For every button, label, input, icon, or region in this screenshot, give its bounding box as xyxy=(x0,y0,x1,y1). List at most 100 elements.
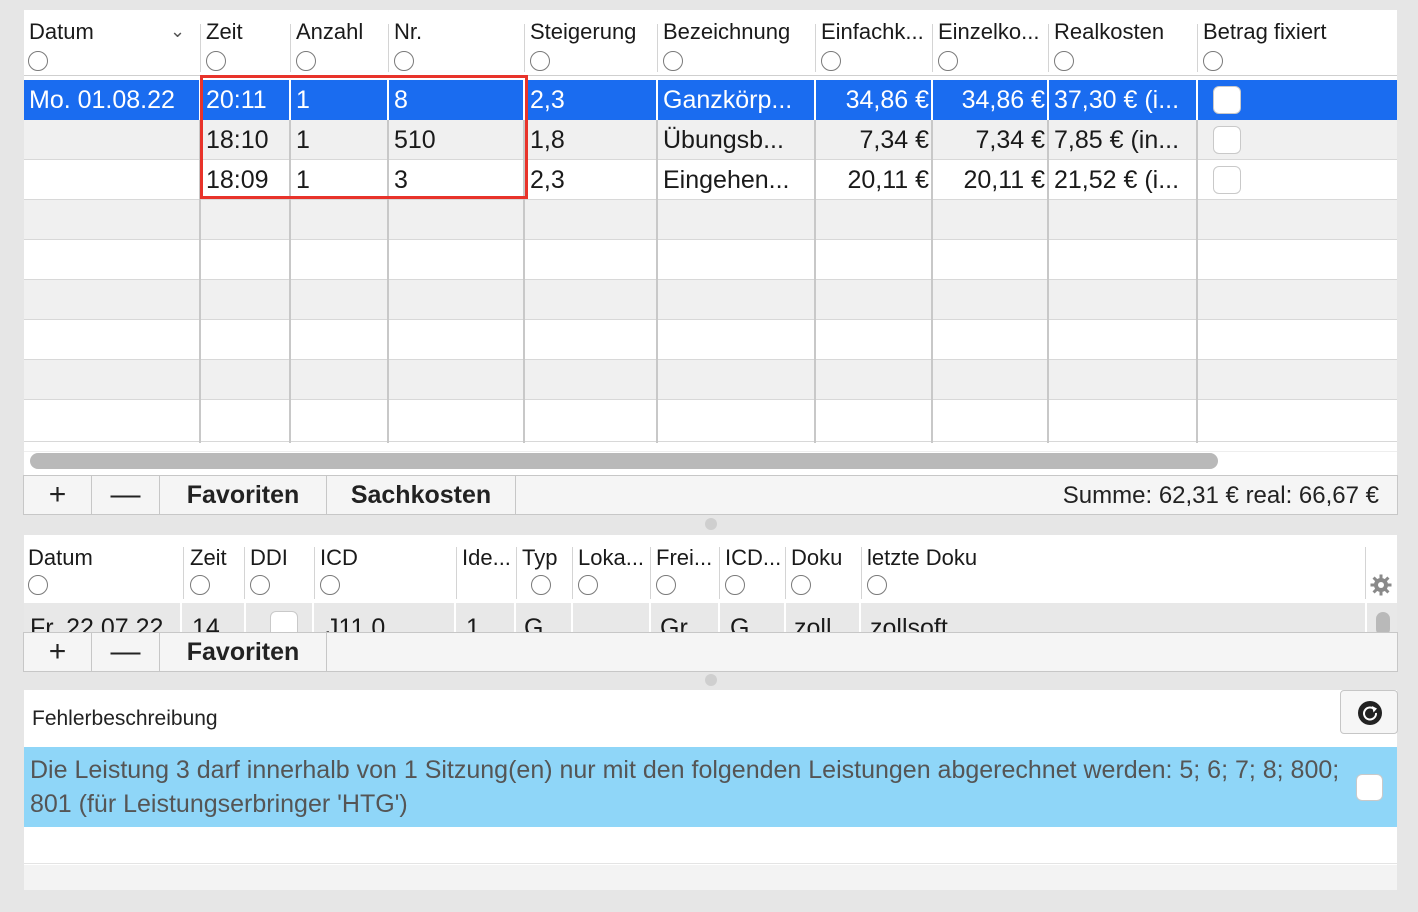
sachkosten-button[interactable]: Sachkosten xyxy=(327,476,516,514)
remove-button[interactable]: — xyxy=(92,476,160,514)
col-separator[interactable] xyxy=(516,547,517,599)
filter-radio-letzte-doku[interactable] xyxy=(867,575,887,595)
col-label: Einzelko... xyxy=(938,19,1040,44)
filter-radio-betrag-fixiert[interactable] xyxy=(1203,51,1223,71)
col-separator[interactable] xyxy=(524,24,525,72)
filter-radio-datum[interactable] xyxy=(28,51,48,71)
add-button[interactable]: + xyxy=(24,633,92,671)
betrag-fixiert-checkbox[interactable] xyxy=(1213,126,1241,154)
sort-chevron-down-icon[interactable]: ⌄ xyxy=(170,21,185,42)
cell-typ: G xyxy=(524,614,544,633)
col-separator[interactable] xyxy=(932,24,933,72)
filter-radio-icd-2[interactable] xyxy=(725,575,745,595)
cell-zeit: 14 xyxy=(192,614,220,633)
col-label: Betrag fixiert xyxy=(1203,19,1327,44)
col-header-identifier[interactable]: Ide... xyxy=(458,535,516,601)
col-separator[interactable] xyxy=(785,547,786,599)
col-label: Loka... xyxy=(578,545,645,570)
col-label: Ide... xyxy=(462,545,511,570)
col-separator[interactable] xyxy=(657,24,658,72)
col-separator[interactable] xyxy=(314,547,315,599)
grid-line xyxy=(454,603,456,633)
add-button[interactable]: + xyxy=(24,476,92,514)
grid-line xyxy=(312,603,314,633)
cell-datum: Mo. 01.08.22 xyxy=(29,86,175,114)
refresh-icon xyxy=(1358,701,1382,725)
col-separator[interactable] xyxy=(650,547,651,599)
col-separator[interactable] xyxy=(1048,24,1049,72)
ddi-checkbox[interactable] xyxy=(270,611,298,633)
cell-einzelkosten: 20,11 € xyxy=(963,166,1045,194)
annotation-highlight-box xyxy=(200,75,528,199)
cell-einzelkosten: 34,86 € xyxy=(961,86,1045,114)
filter-radio-doku[interactable] xyxy=(791,575,811,595)
error-list-item[interactable]: Die Leistung 3 darf innerhalb von 1 Sitz… xyxy=(24,747,1397,827)
col-label: Steigerung xyxy=(530,19,637,44)
col-separator[interactable] xyxy=(572,547,573,599)
betrag-fixiert-checkbox[interactable] xyxy=(1213,166,1241,194)
col-header-letzte-doku[interactable]: letzte Doku xyxy=(863,535,1263,601)
col-label: ICD xyxy=(320,545,358,570)
empty-row xyxy=(24,865,1397,890)
filter-radio-steigerung[interactable] xyxy=(530,51,550,71)
refresh-button[interactable] xyxy=(1340,690,1398,734)
col-label: Typ xyxy=(522,545,558,570)
grid-line xyxy=(1047,120,1049,443)
filter-radio-zeit[interactable] xyxy=(206,51,226,71)
col-separator[interactable] xyxy=(815,24,816,72)
error-checkbox[interactable] xyxy=(1356,774,1383,801)
cell-steigerung: 2,3 xyxy=(530,86,565,114)
grid-line xyxy=(814,120,816,443)
col-separator[interactable] xyxy=(388,24,389,72)
splitter-handle[interactable] xyxy=(705,518,717,530)
betrag-fixiert-checkbox[interactable] xyxy=(1213,86,1241,114)
grid-line xyxy=(649,603,651,633)
col-separator[interactable] xyxy=(183,547,184,599)
cell-bezeichnung: Übungsb... xyxy=(663,126,784,154)
favoriten-button[interactable]: Favoriten xyxy=(160,633,327,671)
gear-icon[interactable] xyxy=(1369,573,1393,597)
col-label: Zeit xyxy=(190,545,227,570)
filter-radio-freitext[interactable] xyxy=(656,575,676,595)
col-label: DDI xyxy=(250,545,288,570)
remove-button[interactable]: — xyxy=(92,633,160,671)
col-separator[interactable] xyxy=(200,24,201,72)
filter-radio-realkosten[interactable] xyxy=(1054,51,1074,71)
col-separator[interactable] xyxy=(1365,547,1366,599)
favoriten-button[interactable]: Favoriten xyxy=(160,476,327,514)
splitter-handle[interactable] xyxy=(705,674,717,686)
filter-radio-ddi[interactable] xyxy=(250,575,270,595)
diagnoses-table: Datum Zeit DDI ICD Ide... Typ Loka... Fr… xyxy=(24,535,1397,633)
col-header-datum[interactable]: Datum xyxy=(24,535,182,601)
filter-radio-nr[interactable] xyxy=(394,51,414,71)
diagnoses-toolbar: + — Favoriten xyxy=(23,632,1398,672)
filter-radio-zeit[interactable] xyxy=(190,575,210,595)
table-row[interactable]: Fr. 22.07.22 14 J11.0 1 G Gr G zoll zoll… xyxy=(24,603,1397,633)
col-header-betrag-fixiert[interactable]: Betrag fixiert xyxy=(1198,10,1397,76)
filter-radio-datum[interactable] xyxy=(28,575,48,595)
filter-radio-einfachkosten[interactable] xyxy=(821,51,841,71)
error-message: Die Leistung 3 darf innerhalb von 1 Sitz… xyxy=(30,756,1340,818)
filter-radio-icd[interactable] xyxy=(320,575,340,595)
col-header-bezeichnung[interactable]: Bezeichnung xyxy=(658,10,816,76)
cell-einfachkosten: 7,34 € xyxy=(859,126,929,154)
col-separator[interactable] xyxy=(290,24,291,72)
filter-radio-lokalisation[interactable] xyxy=(578,575,598,595)
col-separator[interactable] xyxy=(1197,24,1198,72)
filter-radio-bezeichnung[interactable] xyxy=(663,51,683,71)
col-header-datum[interactable]: Datum xyxy=(24,10,200,76)
grid-line xyxy=(1196,80,1198,120)
filter-radio-einzelkosten[interactable] xyxy=(938,51,958,71)
col-label: Realkosten xyxy=(1054,19,1165,44)
grid-line xyxy=(1365,603,1367,633)
error-panel: Fehlerbeschreibung Die Leistung 3 darf i… xyxy=(24,690,1398,890)
cell-bezeichnung: Ganzkörp... xyxy=(663,86,793,114)
filter-radio-anzahl[interactable] xyxy=(296,51,316,71)
horizontal-scrollbar-thumb[interactable] xyxy=(30,453,1218,469)
grid-line xyxy=(656,80,658,120)
col-separator[interactable] xyxy=(719,547,720,599)
col-separator[interactable] xyxy=(456,547,457,599)
filter-radio-typ[interactable] xyxy=(531,575,551,595)
col-separator[interactable] xyxy=(861,547,862,599)
col-separator[interactable] xyxy=(244,547,245,599)
